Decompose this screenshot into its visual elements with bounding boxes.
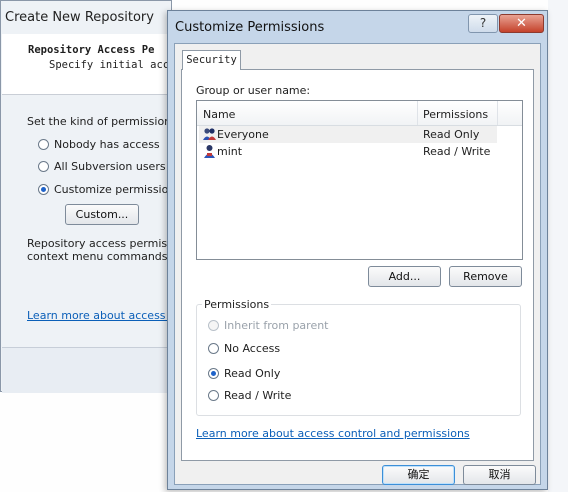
- custom-button[interactable]: Custom...: [65, 204, 139, 225]
- header-subtitle: Specify initial acc: [49, 59, 170, 71]
- learn-more-link[interactable]: Learn more about access control and perm…: [196, 427, 470, 440]
- list-row-everyone[interactable]: Everyone Read Only: [201, 127, 499, 143]
- close-button[interactable]: ✕: [499, 14, 544, 33]
- permissions-group-label: Permissions: [202, 298, 272, 311]
- wizard-header: Repository Access Pe Specify initial acc: [2, 34, 172, 95]
- radio-button[interactable]: [208, 390, 219, 401]
- cancel-button[interactable]: 取消: [463, 465, 536, 485]
- user-name: Everyone: [217, 128, 269, 141]
- window-title: Customize Permissions: [175, 20, 325, 35]
- list-header: Name Permissions: [197, 101, 522, 126]
- column-separator: [417, 101, 418, 125]
- group-or-user-label: Group or user name:: [196, 84, 311, 97]
- help-button[interactable]: ?: [468, 14, 498, 33]
- radio-button-selected[interactable]: [38, 184, 49, 195]
- user-permission: Read / Write: [423, 145, 491, 158]
- option-label: Read / Write: [224, 389, 292, 402]
- users-list[interactable]: Name Permissions Everyone Read Only mint…: [196, 100, 523, 260]
- learn-more-link[interactable]: Learn more about access cont: [27, 309, 172, 322]
- radio-button-disabled[interactable]: [208, 320, 219, 331]
- option-label: Customize permissions: [54, 183, 172, 196]
- create-repository-dialog: Create New Repository Repository Access …: [0, 0, 172, 393]
- user-icon: [204, 145, 215, 158]
- user-name: mint: [217, 145, 243, 158]
- radio-button[interactable]: [38, 161, 49, 172]
- option-label: Nobody has access: [54, 138, 160, 151]
- description-line: Repository access permission: [27, 237, 172, 250]
- option-label: Inherit from parent: [224, 319, 329, 332]
- column-header-permissions[interactable]: Permissions: [423, 108, 488, 121]
- remove-button[interactable]: Remove: [449, 266, 522, 287]
- user-permission: Read Only: [423, 128, 480, 141]
- desktop-background: [548, 0, 568, 492]
- option-label: No Access: [224, 342, 281, 355]
- users-group-icon: [203, 128, 216, 140]
- column-separator: [497, 101, 498, 125]
- permissions-prompt: Set the kind of permissions yo: [27, 115, 172, 128]
- radio-button-selected[interactable]: [208, 368, 219, 379]
- help-icon: ?: [479, 16, 487, 30]
- ok-button[interactable]: 确定: [382, 465, 455, 485]
- window-title: Create New Repository: [5, 10, 154, 25]
- option-label: Read Only: [224, 367, 281, 380]
- radio-button[interactable]: [208, 343, 219, 354]
- list-row-mint[interactable]: mint Read / Write: [201, 144, 499, 160]
- option-label: All Subversion users hav: [54, 160, 172, 173]
- add-button[interactable]: Add...: [368, 266, 441, 287]
- column-header-name[interactable]: Name: [203, 108, 235, 121]
- radio-button[interactable]: [38, 139, 49, 150]
- header-title: Repository Access Pe: [28, 44, 155, 56]
- wizard-body: Set the kind of permissions yo Nobody ha…: [2, 95, 172, 347]
- wizard-footer: [2, 347, 172, 393]
- tab-security[interactable]: Security: [182, 50, 241, 70]
- description-line: context menu commands for: [27, 250, 172, 263]
- close-icon: ✕: [516, 16, 527, 31]
